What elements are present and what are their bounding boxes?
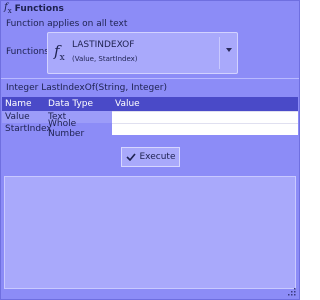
selected-function-params: (Value, StartIndex)	[72, 55, 138, 63]
column-header-value[interactable]: Value	[112, 97, 298, 111]
output-area[interactable]	[4, 176, 296, 289]
panel-title: Functions	[14, 3, 64, 14]
execute-label: Execute	[139, 152, 176, 162]
divider	[1, 78, 299, 79]
functions-label: Functions	[6, 47, 49, 57]
grid-header: Name Data Type Value	[2, 97, 298, 111]
selected-function-name: LASTINDEXOF	[72, 40, 135, 50]
dropdown-separator	[219, 37, 220, 69]
param-type: Whole Number	[48, 119, 85, 139]
resize-grip-icon[interactable]	[288, 288, 296, 296]
chevron-down-icon[interactable]	[226, 48, 232, 52]
checkmark-icon	[125, 153, 136, 161]
execute-button[interactable]: Execute	[121, 147, 180, 167]
param-name: Value	[5, 112, 30, 122]
function-icon: fx	[54, 42, 65, 63]
function-icon: fx	[4, 2, 12, 15]
function-signature: Integer LastIndexOf(String, Integer)	[6, 83, 167, 93]
parameters-grid: Name Data Type Value Value Text StartInd…	[2, 97, 298, 139]
table-row: StartIndex Whole Number	[2, 119, 298, 139]
param-value-input[interactable]	[112, 111, 298, 123]
param-name: StartIndex	[5, 124, 52, 134]
function-dropdown[interactable]: fx LASTINDEXOF (Value, StartIndex)	[47, 32, 238, 74]
column-header-name[interactable]: Name	[2, 99, 45, 109]
column-header-data-type[interactable]: Data Type	[45, 99, 112, 109]
param-value-input[interactable]	[112, 123, 298, 135]
function-scope-text: Function applies on all text	[6, 19, 128, 29]
functions-panel: fx Functions Function applies on all tex…	[0, 0, 300, 300]
panel-titlebar: fx Functions	[1, 1, 299, 16]
